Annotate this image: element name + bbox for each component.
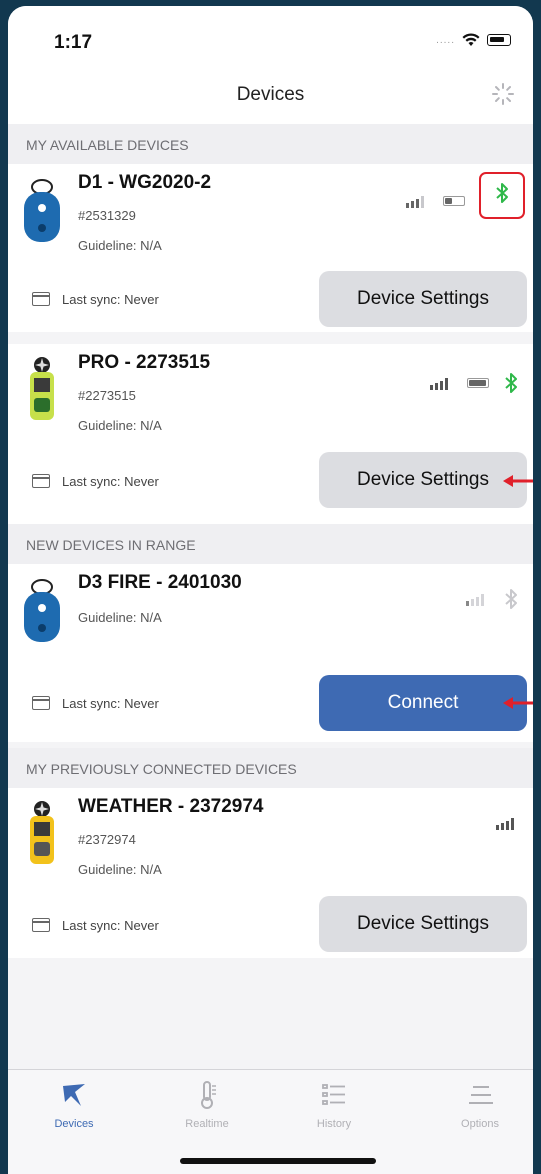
last-sync: Last sync: Never bbox=[62, 696, 159, 711]
device-card-d3[interactable]: D3 FIRE - 2401030 Guideline: N/A Last sy… bbox=[8, 564, 533, 742]
device-status-icons bbox=[405, 172, 525, 219]
home-indicator bbox=[180, 1158, 376, 1164]
device-status-icons bbox=[429, 372, 519, 394]
red-arrow-annotation bbox=[503, 475, 533, 487]
tab-options[interactable]: Options bbox=[430, 1080, 530, 1130]
tab-history[interactable]: History bbox=[284, 1080, 384, 1130]
device-card-weather[interactable]: WEATHER - 2372974 #2372974 Guideline: N/… bbox=[8, 788, 533, 958]
calendar-icon bbox=[32, 474, 50, 488]
tab-label: History bbox=[316, 1118, 352, 1130]
red-arrow-annotation bbox=[503, 697, 533, 709]
bluetooth-icon[interactable] bbox=[494, 182, 510, 204]
connect-button[interactable]: Connect bbox=[319, 675, 527, 731]
device-settings-button[interactable]: Device Settings bbox=[319, 896, 527, 952]
last-sync: Last sync: Never bbox=[62, 474, 159, 489]
nav-bar: Devices bbox=[8, 68, 533, 125]
cell-signal-icon: ..... bbox=[436, 34, 455, 46]
options-icon bbox=[469, 1086, 493, 1104]
kestrel-drop-icon bbox=[24, 179, 60, 242]
device-guideline: Guideline: N/A bbox=[78, 862, 162, 877]
kestrel-weather-meter-icon bbox=[30, 801, 54, 864]
device-name: PRO - 2273515 bbox=[78, 352, 211, 373]
device-serial: #2531329 bbox=[78, 208, 136, 223]
phone-battery-icon bbox=[487, 34, 511, 46]
tab-label: Realtime bbox=[185, 1118, 229, 1130]
last-sync: Last sync: Never bbox=[62, 918, 159, 933]
device-status-icons bbox=[465, 588, 519, 610]
tab-devices[interactable]: Devices bbox=[24, 1080, 124, 1130]
status-indicators: ..... bbox=[436, 32, 511, 48]
device-name: D3 FIRE - 2401030 bbox=[78, 572, 242, 593]
kestrel-weather-meter-icon bbox=[30, 357, 54, 420]
tab-label: Devices bbox=[54, 1118, 94, 1130]
device-name: D1 - WG2020-2 bbox=[78, 172, 212, 193]
device-card-pro[interactable]: PRO - 2273515 #2273515 Guideline: N/A La… bbox=[8, 344, 533, 524]
device-status-icons bbox=[495, 816, 519, 830]
calendar-icon bbox=[32, 292, 50, 306]
bluetooth-icon[interactable] bbox=[503, 588, 519, 610]
bluetooth-icon[interactable] bbox=[503, 372, 519, 394]
section-header-new-range: NEW DEVICES IN RANGE bbox=[8, 524, 533, 564]
tab-label: Options bbox=[461, 1118, 499, 1130]
device-guideline: Guideline: N/A bbox=[78, 238, 162, 253]
device-settings-button[interactable]: Device Settings bbox=[319, 271, 527, 327]
device-serial: #2273515 bbox=[78, 388, 136, 403]
status-bar: 1:17 ..... bbox=[8, 6, 533, 68]
device-serial: #2372974 bbox=[78, 832, 136, 847]
device-battery-icon bbox=[467, 378, 489, 388]
calendar-icon bbox=[32, 918, 50, 932]
last-sync: Last sync: Never bbox=[62, 292, 159, 307]
signal-strength-icon bbox=[496, 818, 514, 830]
phone-screen: 1:17 ..... Devices MY AVAILABLE DEVICES bbox=[8, 6, 533, 1174]
calendar-icon bbox=[32, 696, 50, 710]
device-guideline: Guideline: N/A bbox=[78, 610, 162, 625]
page-title: Devices bbox=[236, 84, 305, 105]
loading-spinner-icon bbox=[492, 83, 514, 105]
device-battery-icon bbox=[443, 195, 465, 206]
device-guideline: Guideline: N/A bbox=[78, 418, 162, 433]
wifi-icon bbox=[462, 33, 480, 46]
tab-bar: Devices Realtime History Options bbox=[8, 1069, 533, 1174]
device-card-d1[interactable]: D1 - WG2020-2 #2531329 Guideline: N/A La… bbox=[8, 164, 533, 332]
device-settings-button[interactable]: Device Settings bbox=[319, 452, 527, 508]
signal-strength-icon bbox=[406, 195, 424, 208]
thermometer-icon bbox=[201, 1081, 216, 1109]
list-icon bbox=[322, 1084, 345, 1105]
section-header-previous: MY PREVIOUSLY CONNECTED DEVICES bbox=[8, 748, 533, 788]
signal-strength-icon bbox=[466, 594, 484, 606]
signal-strength-icon bbox=[430, 378, 448, 390]
status-time: 1:17 bbox=[54, 32, 93, 53]
kestrel-drop-icon bbox=[24, 579, 60, 642]
bluetooth-highlight bbox=[479, 172, 525, 219]
devices-swift-icon bbox=[63, 1084, 85, 1106]
tab-realtime[interactable]: Realtime bbox=[157, 1080, 257, 1130]
section-header-available: MY AVAILABLE DEVICES bbox=[8, 124, 533, 164]
device-name: WEATHER - 2372974 bbox=[78, 796, 264, 817]
